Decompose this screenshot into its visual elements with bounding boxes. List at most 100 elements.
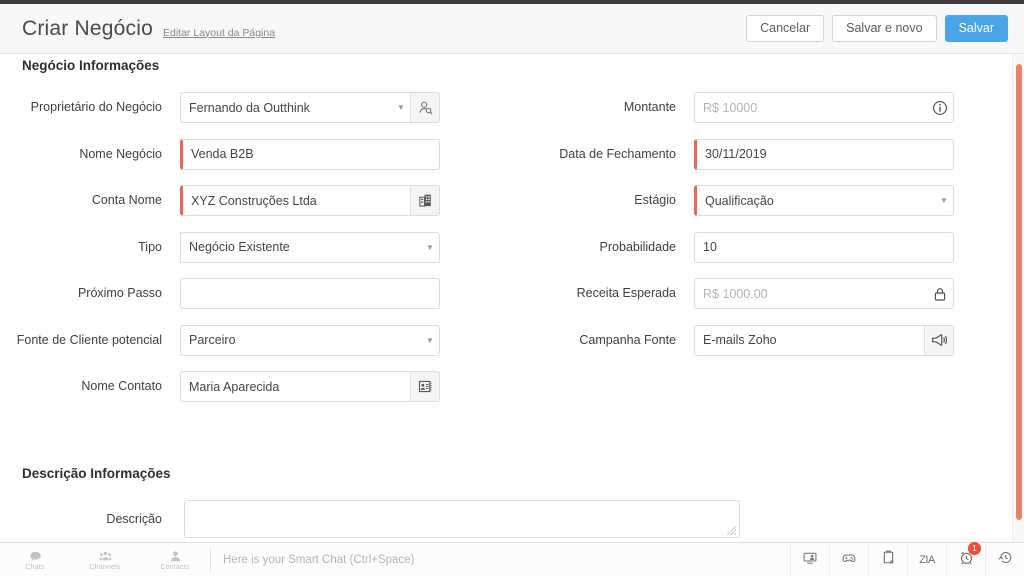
building-icon[interactable] xyxy=(410,186,439,215)
field-value: Parceiro xyxy=(189,333,236,347)
field-input-lookup[interactable]: Maria Aparecida xyxy=(180,371,440,402)
field-input-text[interactable]: R$ 10000 xyxy=(694,92,954,123)
field-label: Nome Negócio xyxy=(79,146,162,161)
field-row: Nome Contato Maria Aparecida xyxy=(0,371,506,418)
user-search-icon[interactable] xyxy=(410,93,439,122)
chat-tab-contacts[interactable]: Contacts xyxy=(140,543,210,576)
field-label: Probabilidade xyxy=(599,239,676,254)
description-textarea[interactable] xyxy=(184,500,741,538)
megaphone-icon[interactable] xyxy=(924,325,953,355)
edit-page-layout-link[interactable]: Editar Layout da Página xyxy=(163,27,275,39)
history-clock-icon xyxy=(998,550,1013,570)
save-and-new-button[interactable]: Salvar e novo xyxy=(832,15,937,42)
chat-action-clipboard[interactable] xyxy=(868,543,907,576)
field-row: Data de Fechamento 30/11/2019 xyxy=(506,138,1012,186)
field-placeholder: R$ 1000.00 xyxy=(703,286,768,301)
field-row: Proprietário do Negócio Fernando da Outth… xyxy=(0,92,506,139)
contact-card-icon[interactable] xyxy=(410,372,439,401)
field-label: Fonte de Cliente potencial xyxy=(16,332,162,347)
resize-grip-icon[interactable] xyxy=(727,526,737,535)
chat-tab-list: Chats Channels Contacts xyxy=(0,543,210,576)
chevron-down-icon[interactable]: ▼ xyxy=(935,185,953,216)
vertical-scrollbar-thumb[interactable] xyxy=(1016,64,1022,520)
chat-action-history-clock[interactable] xyxy=(985,543,1024,576)
field-row: Probabilidade 10 xyxy=(506,231,1012,279)
field-value: Fernando da Outthink xyxy=(189,100,310,115)
save-button[interactable]: Salvar xyxy=(944,15,1008,42)
section-title-description-info: Descrição Informações xyxy=(22,466,171,481)
chat-action-list: ZIA 1 xyxy=(790,542,1024,576)
field-label: Proprietário do Negócio xyxy=(30,100,162,114)
field-label: Receita Esperada xyxy=(576,286,676,300)
chat-tab-label: Contacts xyxy=(160,563,190,571)
field-row: Tipo Negócio Existente ▼ xyxy=(0,231,506,279)
crm-create-deal-page: Criar Negócio Editar Layout da Página Ca… xyxy=(0,0,1024,576)
field-row: Montante R$ 10000 xyxy=(506,92,1012,139)
field-input-text[interactable]: 10 xyxy=(694,231,954,263)
field-input-picklist[interactable]: Negócio Existente ▼ xyxy=(180,231,440,263)
field-row: Campanha Fonte E-mails Zoho xyxy=(506,324,1012,372)
chat-action-zia[interactable]: ZIA xyxy=(907,543,946,576)
contact-person-icon xyxy=(169,550,182,563)
field-row: Próximo Passo xyxy=(0,278,506,325)
chat-tab-label: Chats xyxy=(25,563,45,571)
field-label: Nome Contato xyxy=(81,379,162,393)
field-input-picklist-lookup[interactable]: Fernando da Outthink ▼ xyxy=(180,92,440,123)
clipboard-icon xyxy=(881,550,896,570)
cancel-button[interactable]: Cancelar xyxy=(746,15,825,42)
field-input-picklist[interactable]: Parceiro ▼ xyxy=(180,324,440,356)
channels-group-icon xyxy=(98,550,112,563)
vertical-scrollbar-track[interactable] xyxy=(1012,54,1024,542)
field-value: Qualificação xyxy=(705,193,774,208)
chat-action-alarm-clock[interactable]: 1 xyxy=(946,542,985,576)
field-placeholder: R$ 10000 xyxy=(703,100,758,115)
chat-action-gamepad[interactable] xyxy=(829,543,868,576)
field-value: Maria Aparecida xyxy=(189,379,280,394)
field-row: Receita Esperada R$ 1000.00 xyxy=(506,278,1012,325)
chevron-down-icon[interactable]: ▼ xyxy=(421,232,439,263)
right-field-column: Montante R$ 10000 Data de Fechamento 30/11/… xyxy=(506,92,1012,371)
description-label: Descrição xyxy=(106,512,162,526)
field-label: Montante xyxy=(623,100,676,114)
field-row: Estágio Qualificação ▼ xyxy=(506,185,1012,232)
field-label: Tipo xyxy=(138,239,162,254)
chat-action-screen-share[interactable] xyxy=(790,543,829,576)
field-value: E-mails Zoho xyxy=(703,333,777,347)
field-input-picklist[interactable]: Qualificação ▼ xyxy=(694,185,954,216)
smart-chat-bar: Chats Channels Contacts Here is your Smart… xyxy=(0,542,1024,576)
chevron-down-icon[interactable]: ▼ xyxy=(421,325,439,356)
field-label: Conta Nome xyxy=(91,193,162,207)
field-value: Negócio Existente xyxy=(189,240,290,254)
field-value: Venda B2B xyxy=(191,147,254,161)
field-value: 10 xyxy=(703,240,717,254)
form-scroll-area: Negócio Informações Proprietário do Negó… xyxy=(0,54,1012,542)
field-input-text[interactable] xyxy=(180,278,440,309)
description-field-row: Descrição xyxy=(0,500,1012,538)
zia-icon: ZIA xyxy=(919,554,935,566)
page-title: Criar Negócio xyxy=(22,16,153,40)
chevron-down-icon[interactable]: ▼ xyxy=(392,92,410,123)
chat-tab-chats[interactable]: Chats xyxy=(0,543,70,576)
field-label: Data de Fechamento xyxy=(559,146,676,161)
field-value: 30/11/2019 xyxy=(705,147,767,161)
chat-bubble-icon xyxy=(29,550,42,563)
field-input-lookup[interactable]: E-mails Zoho xyxy=(694,324,954,356)
notification-badge: 1 xyxy=(968,542,981,555)
lock-icon xyxy=(927,279,953,308)
smart-chat-input[interactable]: Here is your Smart Chat (Ctrl+Space) xyxy=(211,543,790,576)
field-row: Fonte de Cliente potencial Parceiro ▼ xyxy=(0,324,506,372)
field-label: Próximo Passo xyxy=(77,286,162,300)
field-input-lookup[interactable]: XYZ Construções Ltda xyxy=(180,185,440,216)
screen-share-icon xyxy=(802,551,818,570)
field-value: XYZ Construções Ltda xyxy=(191,193,317,208)
field-row: Conta Nome XYZ Construções Ltda xyxy=(0,185,506,232)
section-title-deal-info: Negócio Informações xyxy=(22,58,160,73)
left-field-column: Proprietário do Negócio Fernando da Outth… xyxy=(0,92,506,418)
field-row: Nome Negócio Venda B2B xyxy=(0,138,506,186)
field-input-readonly: R$ 1000.00 xyxy=(694,278,954,309)
field-input-text[interactable]: Venda B2B xyxy=(180,138,440,170)
info-icon xyxy=(927,93,953,122)
field-input-date[interactable]: 30/11/2019 xyxy=(694,138,954,170)
chat-tab-channels[interactable]: Channels xyxy=(70,543,140,576)
gamepad-icon xyxy=(841,551,857,570)
